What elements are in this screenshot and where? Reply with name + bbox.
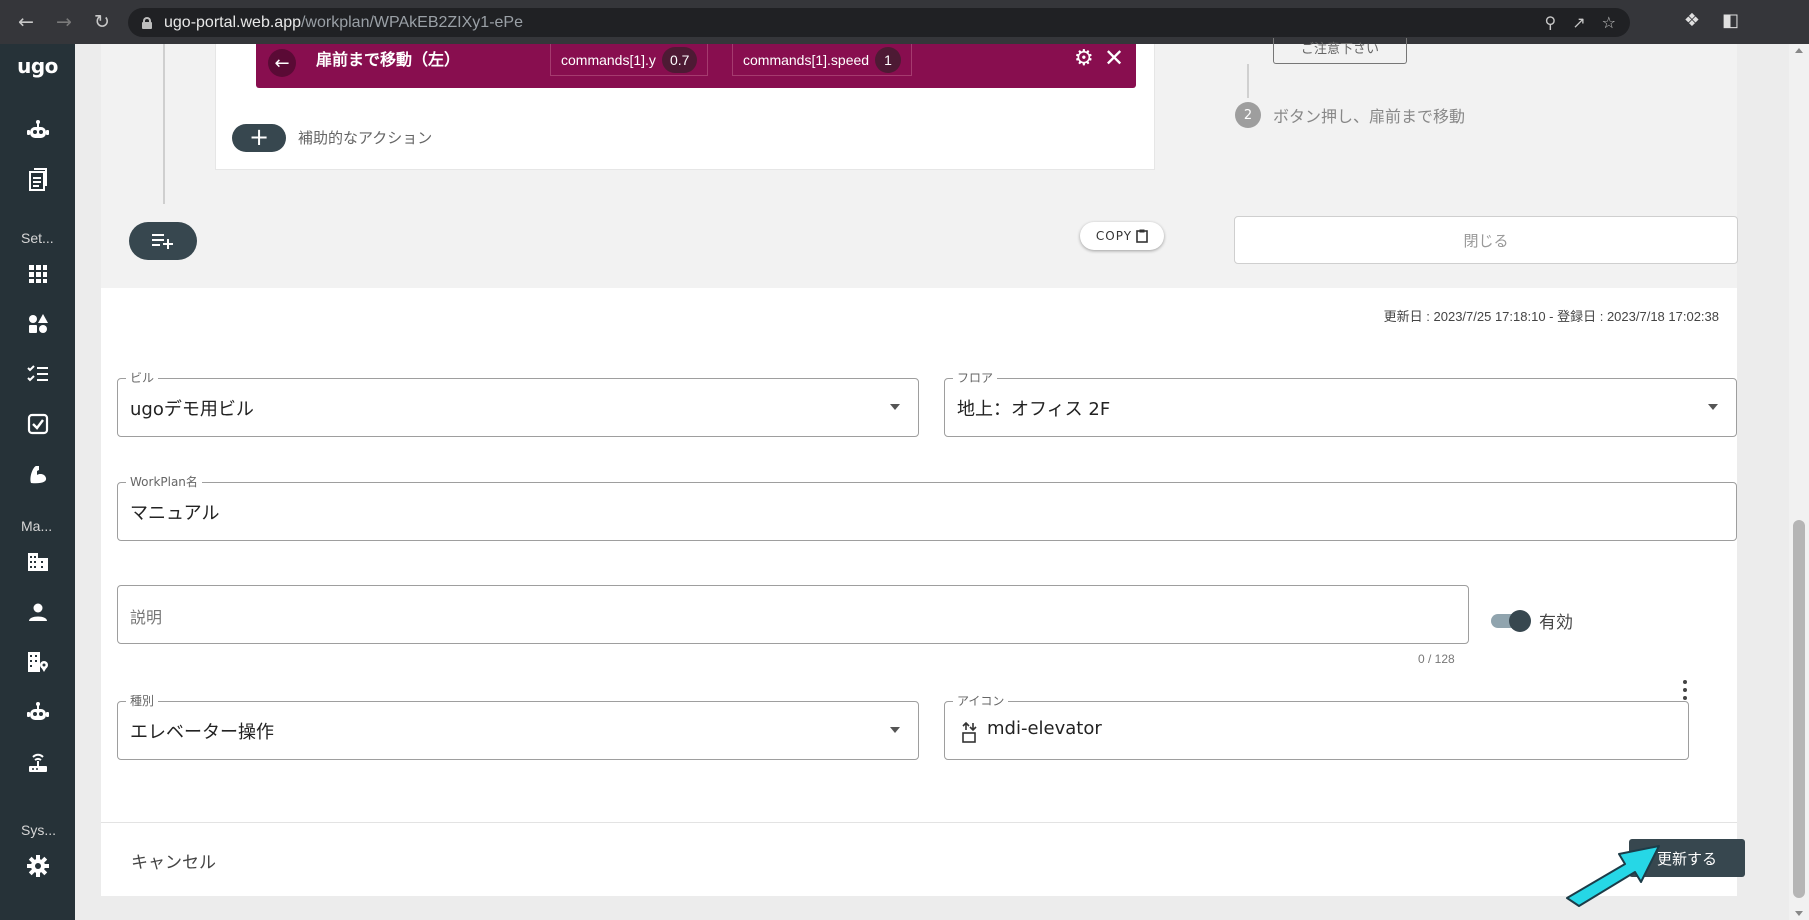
building-select[interactable]: ビル ugoデモ用ビル	[117, 370, 919, 437]
robot-outline-icon[interactable]	[0, 698, 75, 726]
field-value: エレベーター操作	[130, 722, 274, 743]
add-sub-action-button[interactable]: +	[232, 124, 286, 152]
url-host: ugo-portal.web.app	[164, 13, 301, 31]
sidebar-section-manage: Ma...	[21, 518, 53, 534]
steps-panel: ご注意下さい 2 ボタン押し、扉前まで移動 閉じる	[1209, 38, 1738, 288]
app-logo[interactable]: ugo	[0, 54, 75, 78]
back-arrow-icon[interactable]: ←	[14, 10, 38, 34]
field-label: 種別	[126, 693, 159, 709]
param-value: 1	[875, 46, 902, 73]
enabled-toggle[interactable]	[1491, 609, 1531, 632]
step-number-badge: 2	[1235, 102, 1261, 128]
action-editor-area: ← 扉前まで移動（左） commands[1].y 0.7 commands[1…	[101, 44, 1209, 288]
param-name: commands[1].speed	[743, 51, 870, 68]
annotation-arrow-icon	[1566, 845, 1660, 907]
copy-button[interactable]: COPY	[1080, 222, 1164, 250]
extensions-puzzle-icon[interactable]: ❖	[1684, 10, 1700, 31]
arm-flex-icon[interactable]	[0, 460, 75, 488]
param-chip-y[interactable]: commands[1].y 0.7	[550, 44, 709, 76]
char-counter: 0 / 128	[1418, 652, 1455, 666]
app-sidebar: ugo Set... Ma... Sys...	[0, 44, 75, 920]
close-button[interactable]: 閉じる	[1234, 216, 1738, 264]
command-bar[interactable]: ← 扉前まで移動（左） commands[1].y 0.7 commands[1…	[256, 44, 1136, 88]
main-content: ← 扉前まで移動（左） commands[1].y 0.7 commands[1…	[75, 38, 1789, 920]
workplan-card: ← 扉前まで移動（左） commands[1].y 0.7 commands[1…	[101, 38, 1745, 896]
timeline-line	[163, 44, 165, 204]
caution-button[interactable]: ご注意下さい	[1273, 38, 1407, 64]
chevron-down-icon	[890, 727, 900, 733]
account-icon[interactable]	[0, 598, 75, 626]
side-panel-icon[interactable]: ◧	[1722, 10, 1739, 31]
workplan-name-input[interactable]: WorkPlan名 マニュアル	[117, 474, 1737, 541]
plus-icon: +	[248, 123, 270, 151]
field-label: ビル	[126, 370, 159, 386]
command-title: 扉前まで移動（左）	[316, 50, 461, 69]
param-name: commands[1].y	[561, 51, 656, 68]
floor-select[interactable]: フロア 地上：オフィス 2F	[944, 370, 1737, 437]
checkbox-marked-icon[interactable]	[0, 410, 75, 438]
gear-icon[interactable]	[0, 852, 75, 880]
lock-icon	[142, 16, 152, 29]
scroll-down-icon[interactable]	[1795, 911, 1803, 916]
checklist-icon[interactable]	[0, 360, 75, 388]
footer-divider	[101, 822, 1737, 823]
sub-action-label: 補助的なアクション	[298, 129, 433, 147]
zoom-icon[interactable]: ⚲	[1545, 13, 1557, 32]
scroll-up-icon[interactable]	[1795, 48, 1803, 53]
field-label: WorkPlan名	[126, 474, 202, 490]
browser-toolbar: ← → ↻ ugo-portal.web.app/workplan/WPAkEB…	[0, 0, 1809, 44]
forward-arrow-icon[interactable]: →	[52, 10, 76, 34]
field-value: ugoデモ用ビル	[130, 399, 254, 420]
description-input[interactable]: 説明	[117, 585, 1469, 644]
param-value: 0.7	[661, 46, 698, 73]
add-action-list-button[interactable]	[129, 222, 197, 260]
scroll-thumb[interactable]	[1793, 520, 1805, 898]
sidebar-section-settings: Set...	[21, 230, 54, 246]
icon-input[interactable]: アイコン mdi-elevator	[944, 693, 1689, 760]
shapes-icon[interactable]	[0, 310, 75, 338]
toggle-label: 有効	[1539, 613, 1573, 633]
reload-icon[interactable]: ↻	[90, 10, 114, 34]
field-label: フロア	[953, 370, 998, 386]
field-value: 地上：オフィス 2F	[957, 399, 1111, 420]
toggle-knob	[1509, 610, 1531, 632]
domain-building-icon[interactable]	[0, 548, 75, 576]
field-label: アイコン	[953, 693, 1009, 709]
playlist-plus-icon	[152, 234, 173, 249]
close-icon[interactable]: ✕	[1104, 44, 1124, 72]
action-panel: ← 扉前まで移動（左） commands[1].y 0.7 commands[1…	[215, 44, 1155, 170]
chevron-down-icon	[890, 404, 900, 410]
page-scrollbar[interactable]	[1789, 44, 1809, 920]
bookmark-star-icon[interactable]: ☆	[1602, 13, 1616, 32]
step-text: ボタン押し、扉前まで移動	[1273, 107, 1466, 126]
share-icon[interactable]: ↗	[1572, 13, 1585, 32]
step-connector	[1247, 64, 1249, 98]
type-select[interactable]: 種別 エレベーター操作	[117, 693, 919, 760]
field-value: mdi-elevator	[987, 718, 1102, 739]
timestamp-info: 更新日 : 2023/7/25 17:18:10 - 登録日 : 2023/7/…	[1383, 309, 1719, 324]
param-chip-speed[interactable]: commands[1].speed 1	[732, 44, 913, 76]
elevator-icon	[962, 721, 977, 743]
sidebar-section-system: Sys...	[21, 822, 57, 838]
cancel-button[interactable]: キャンセル	[131, 848, 216, 873]
router-wireless-icon[interactable]	[0, 748, 75, 776]
copy-label: COPY	[1095, 229, 1133, 243]
settings-gear-icon[interactable]: ⚙	[1074, 46, 1094, 71]
clipboard-icon	[1136, 229, 1148, 243]
dots-vertical-icon[interactable]	[1677, 678, 1693, 702]
field-placeholder: 説明	[130, 608, 163, 627]
chevron-down-icon	[1708, 404, 1718, 410]
arrow-left-icon: ←	[268, 49, 296, 77]
url-path: /workplan/WPAkEB2ZIXy1-ePe	[300, 13, 523, 31]
office-building-marker-icon[interactable]	[0, 648, 75, 676]
field-value: マニュアル	[130, 503, 220, 524]
address-bar[interactable]: ugo-portal.web.app/workplan/WPAkEB2ZIXy1…	[128, 8, 1630, 37]
grid-apps-icon[interactable]	[0, 260, 75, 288]
document-list-icon[interactable]	[0, 166, 75, 194]
robot-icon[interactable]	[0, 116, 75, 144]
